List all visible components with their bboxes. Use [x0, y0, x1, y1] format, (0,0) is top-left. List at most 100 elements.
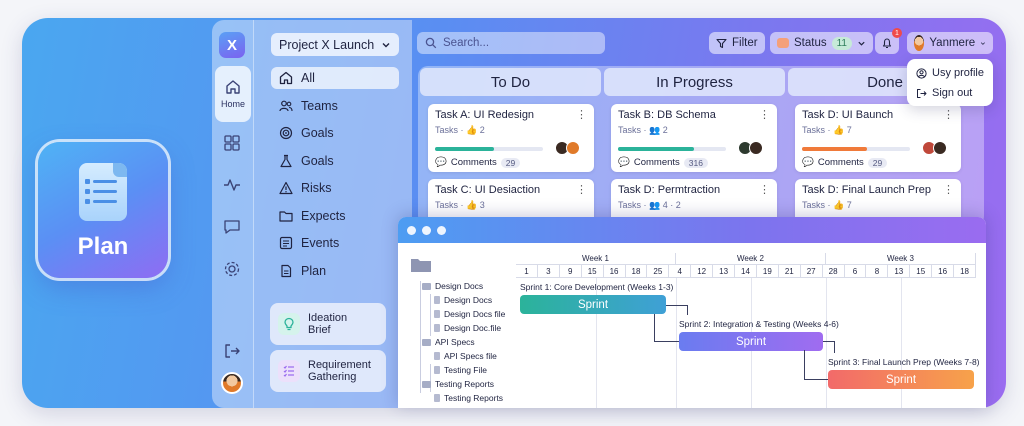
tree-folder[interactable]: API Specs — [422, 335, 475, 349]
nav-item-label: All — [301, 71, 315, 85]
search-input[interactable]: Search... — [417, 32, 605, 54]
task-meta: Tasks · 👥 4 · 2 — [618, 200, 681, 210]
nav-item-teams[interactable]: Teams — [271, 95, 399, 117]
user-dropdown[interactable]: Yanmere — [907, 32, 993, 54]
task-card[interactable]: Task B: DB Schema ⋮ Tasks · 👥 2 💬 Comment… — [611, 104, 777, 172]
settings-icon[interactable] — [223, 260, 241, 278]
more-icon[interactable]: ⋮ — [576, 108, 587, 121]
sprint-bar[interactable]: Sprint — [828, 370, 974, 389]
nav-item-expects[interactable]: Expects — [271, 205, 399, 227]
home-icon — [226, 80, 240, 94]
sprint-caption: Sprint 1: Core Development (Weeks 1-3) — [520, 282, 674, 292]
comments[interactable]: 💬 Comments 316 — [618, 157, 708, 168]
plan-tile-label: Plan — [77, 233, 129, 260]
nav-item-label: Goals — [301, 126, 334, 140]
folder-icon — [422, 338, 431, 346]
tree-label: Testing Reports — [444, 393, 504, 403]
notifications-button[interactable]: 1 — [875, 28, 902, 54]
day-header: 13 — [888, 265, 911, 278]
logout-icon[interactable] — [223, 342, 241, 360]
tree-label: Design Docs — [444, 295, 493, 305]
menu-item-profile[interactable]: Usy profile — [907, 63, 993, 83]
tree-label: API Specs — [435, 337, 475, 347]
tree-label: API Specs file — [444, 351, 497, 361]
progress-fill — [618, 147, 694, 151]
task-meta: Tasks · 👍 7 — [802, 125, 852, 135]
progress-fill — [802, 147, 867, 151]
requirement-gathering-line1: Requirement — [308, 359, 371, 371]
status-label: Status — [794, 37, 827, 49]
ideation-brief-card[interactable]: Ideation Brief — [270, 303, 386, 345]
nav-item-goals-2[interactable]: Goals — [271, 150, 399, 172]
nav-item-all[interactable]: All — [271, 67, 399, 89]
document-icon — [281, 264, 292, 278]
nav-item-goals[interactable]: Goals — [271, 122, 399, 144]
tree-file[interactable]: Testing Reports — [434, 391, 503, 405]
day-header: 13 — [713, 265, 736, 278]
tree-label: Design Doc.file — [444, 323, 502, 333]
tree-file[interactable]: Design Docs file — [434, 307, 505, 321]
folder-icon — [422, 380, 431, 388]
rail-home-label: Home — [220, 99, 245, 109]
status-dropdown[interactable]: Status 11 — [770, 32, 873, 54]
avatar[interactable] — [221, 372, 243, 394]
tree-file[interactable]: Testing File — [434, 363, 487, 377]
project-select[interactable]: Project X Launch — [271, 33, 399, 56]
requirement-gathering-line2: Gathering — [308, 371, 357, 383]
rail-home-button[interactable]: Home — [215, 66, 251, 122]
sprint-bar[interactable]: Sprint — [520, 295, 666, 314]
file-icon — [434, 310, 440, 318]
more-icon[interactable]: ⋮ — [759, 183, 770, 196]
task-card[interactable]: Task A: UI Redesign ⋮ Tasks · 👍 2 💬 Comme… — [428, 104, 594, 172]
chat-icon[interactable] — [223, 218, 241, 236]
ideation-brief-line2: Brief — [308, 324, 331, 336]
assignees — [555, 141, 580, 155]
sprint-caption: Sprint 3: Final Launch Prep (Weeks 7-8) — [828, 357, 980, 367]
more-icon[interactable]: ⋮ — [576, 183, 587, 196]
search-placeholder: Search... — [443, 37, 490, 49]
tree-folder[interactable]: Testing Reports — [422, 377, 494, 391]
comments[interactable]: 💬 Comments 29 — [802, 157, 888, 168]
week-header: Week 2 — [676, 253, 826, 265]
nav-item-plan[interactable]: Plan — [271, 260, 399, 282]
tree-file[interactable]: Design Doc.file — [434, 321, 501, 335]
task-meta: Tasks · 👥 2 — [618, 125, 668, 135]
comment-icon: 💬 — [618, 157, 630, 168]
day-header: 16 — [932, 265, 955, 278]
day-header: 15 — [910, 265, 933, 278]
comments-label: Comments — [817, 157, 864, 168]
more-icon[interactable]: ⋮ — [943, 108, 954, 121]
ideation-brief-line1: Ideation — [308, 312, 348, 324]
day-header: 18 — [954, 265, 976, 278]
more-icon[interactable]: ⋮ — [759, 108, 770, 121]
day-header: 19 — [756, 265, 779, 278]
comments-label: Comments — [450, 157, 497, 168]
menu-item-label: Sign out — [932, 87, 973, 99]
window-dot[interactable] — [422, 225, 431, 235]
more-icon[interactable]: ⋮ — [943, 183, 954, 196]
sprint-bar[interactable]: Sprint — [679, 332, 823, 351]
nav-item-label: Expects — [301, 209, 346, 223]
dashboard-icon[interactable] — [223, 134, 241, 152]
tree-file[interactable]: API Specs file — [434, 349, 497, 363]
tree-file[interactable]: Design Docs — [434, 293, 492, 307]
app-logo[interactable]: X — [219, 32, 245, 58]
menu-item-sign-out[interactable]: Sign out — [907, 83, 993, 103]
filter-button[interactable]: Filter — [709, 32, 765, 54]
plan-tile[interactable]: Plan — [38, 142, 168, 278]
nav-item-risks[interactable]: Risks — [271, 177, 399, 199]
lightbulb-icon — [278, 313, 300, 335]
file-icon — [434, 394, 440, 402]
window-dot[interactable] — [407, 225, 416, 235]
activity-icon[interactable] — [223, 176, 241, 194]
requirement-gathering-card[interactable]: Requirement Gathering — [270, 350, 386, 392]
status-count-badge: 11 — [831, 36, 852, 50]
tree-folder[interactable]: Design Docs — [422, 279, 483, 293]
day-header: 25 — [647, 265, 670, 278]
task-card[interactable]: Task D: UI Baunch ⋮ Tasks · 👍 7 💬 Comment… — [795, 104, 961, 172]
nav-item-label: Plan — [301, 264, 327, 278]
nav-item-events[interactable]: Events — [271, 232, 399, 254]
comments[interactable]: 💬 Comments 29 — [435, 157, 521, 168]
window-dot[interactable] — [437, 225, 446, 235]
file-icon — [434, 324, 440, 332]
